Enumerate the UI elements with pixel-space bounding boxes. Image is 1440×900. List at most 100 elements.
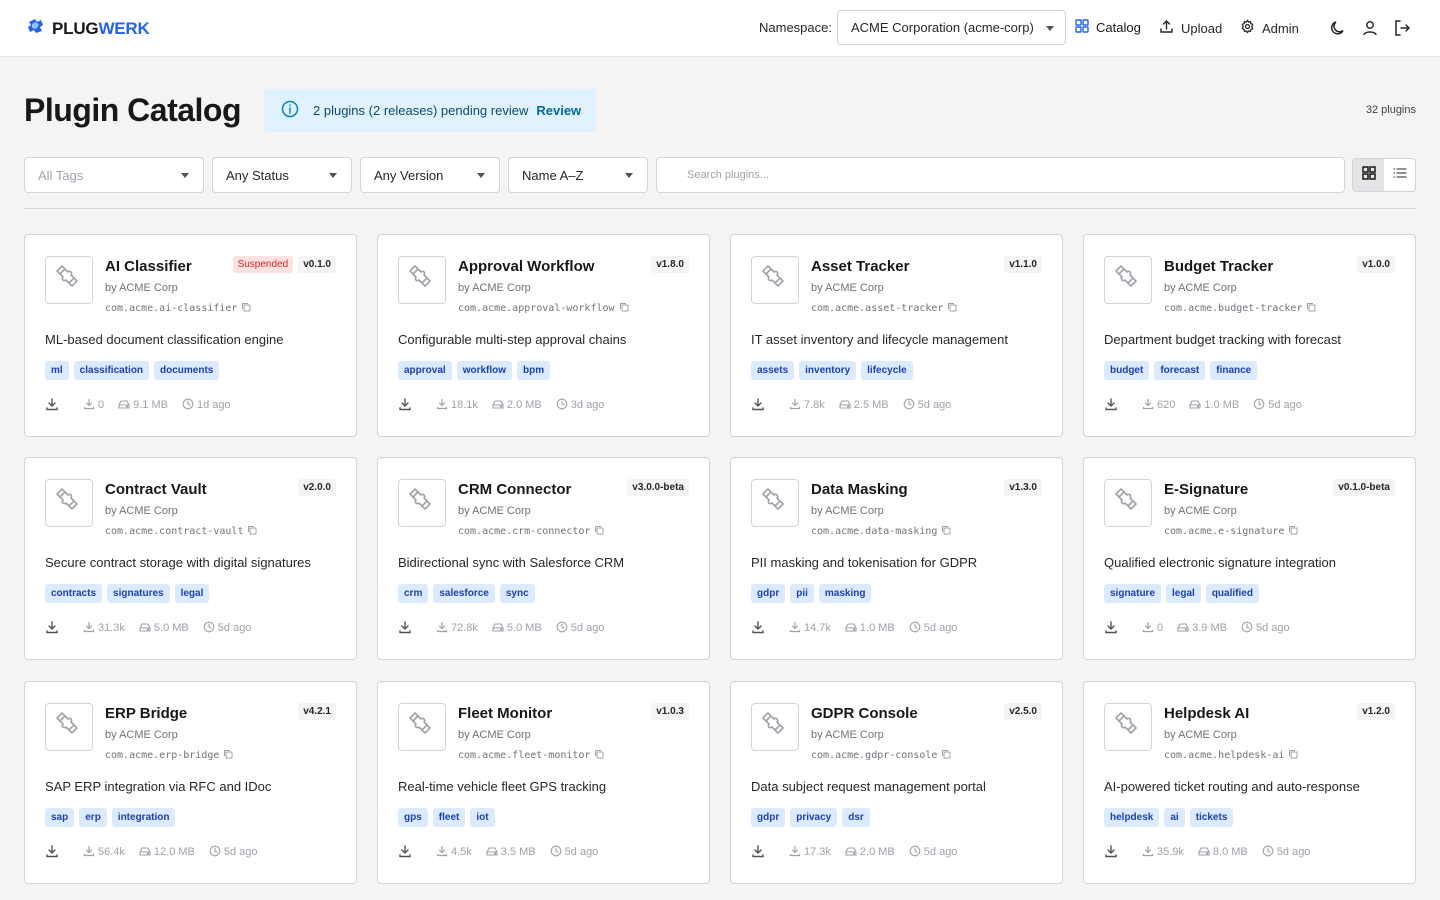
review-link[interactable]: Review [536,103,581,118]
plugin-name[interactable]: Data Masking [811,481,908,498]
tag-chip[interactable]: crm [398,584,429,603]
download-button[interactable] [1104,396,1128,414]
tag-chip[interactable]: tickets [1189,808,1234,827]
copy-icon[interactable] [223,749,233,762]
plugin-name[interactable]: Contract Vault [105,481,207,498]
download-button[interactable] [45,396,69,414]
copy-icon[interactable] [1288,749,1298,762]
tag-chip[interactable]: gdpr [751,584,786,603]
tag-chip[interactable]: ml [45,361,69,380]
tags-filter[interactable]: All Tags [24,157,204,193]
grid-view-button[interactable] [1353,159,1384,191]
namespace-select[interactable]: ACME Corporation (acme-corp) [837,10,1066,45]
tag-chip[interactable]: contracts [45,584,103,603]
download-button[interactable] [1104,843,1128,861]
nav-admin[interactable]: Admin [1240,19,1299,37]
download-button[interactable] [751,396,775,414]
tag-chip[interactable]: qualified [1205,584,1259,603]
copy-icon[interactable] [941,525,951,538]
plugin-card[interactable]: ERP Bridge v4.2.1 by ACME Corp com.acme.… [24,681,357,884]
copy-icon[interactable] [1288,525,1298,538]
plugin-card[interactable]: Helpdesk AI v1.2.0 by ACME Corp com.acme… [1083,681,1416,884]
moon-icon[interactable] [1328,18,1348,38]
plugin-name[interactable]: ERP Bridge [105,705,187,722]
tag-chip[interactable]: lifecycle [861,361,913,380]
copy-icon[interactable] [247,525,257,538]
tag-chip[interactable]: forecast [1154,361,1206,380]
plugin-name[interactable]: AI Classifier [105,258,192,275]
plugin-card[interactable]: Asset Tracker v1.1.0 by ACME Corp com.ac… [730,234,1063,437]
plugin-card[interactable]: E-Signature v0.1.0-beta by ACME Corp com… [1083,457,1416,660]
tag-chip[interactable]: legal [1166,584,1201,603]
plugin-card[interactable]: Approval Workflow v1.8.0 by ACME Corp co… [377,234,710,437]
plugin-card[interactable]: Fleet Monitor v1.0.3 by ACME Corp com.ac… [377,681,710,884]
tag-chip[interactable]: workflow [456,361,513,380]
plugin-name[interactable]: Approval Workflow [458,258,594,275]
download-button[interactable] [398,619,422,637]
logo[interactable]: PLUGWERK [26,16,150,41]
tag-chip[interactable]: finance [1210,361,1258,380]
tag-chip[interactable]: privacy [790,808,838,827]
tag-chip[interactable]: classification [73,361,150,380]
copy-icon[interactable] [241,302,251,315]
plugin-name[interactable]: E-Signature [1164,481,1248,498]
plugin-name[interactable]: Budget Tracker [1164,258,1273,275]
tag-chip[interactable]: iot [470,808,495,827]
user-icon[interactable] [1360,18,1380,38]
tag-chip[interactable]: helpdesk [1104,808,1160,827]
copy-icon[interactable] [594,749,604,762]
nav-upload[interactable]: Upload [1159,19,1222,37]
tag-chip[interactable]: gps [398,808,428,827]
list-view-button[interactable] [1384,159,1415,191]
tag-chip[interactable]: pii [790,584,814,603]
download-button[interactable] [398,843,422,861]
tag-chip[interactable]: masking [818,584,872,603]
download-button[interactable] [751,619,775,637]
tag-chip[interactable]: signatures [107,584,170,603]
plugin-name[interactable]: CRM Connector [458,481,571,498]
tag-chip[interactable]: legal [174,584,210,603]
copy-icon[interactable] [1306,302,1316,315]
plugin-name[interactable]: Fleet Monitor [458,705,552,722]
logout-icon[interactable] [1392,18,1412,38]
search-input[interactable] [656,157,1345,193]
tag-chip[interactable]: integration [111,808,176,827]
copy-icon[interactable] [947,302,957,315]
copy-icon[interactable] [619,302,629,315]
plugin-card[interactable]: Data Masking v1.3.0 by ACME Corp com.acm… [730,457,1063,660]
plugin-card[interactable]: CRM Connector v3.0.0-beta by ACME Corp c… [377,457,710,660]
tag-chip[interactable]: ai [1164,808,1185,827]
tag-chip[interactable]: erp [79,808,107,827]
tag-chip[interactable]: salesforce [433,584,495,603]
plugin-card[interactable]: Contract Vault v2.0.0 by ACME Corp com.a… [24,457,357,660]
download-button[interactable] [398,396,422,414]
plugin-card[interactable]: AI Classifier Suspended v0.1.0 by ACME Co… [24,234,357,437]
nav-catalog[interactable]: Catalog [1075,19,1141,36]
copy-icon[interactable] [594,525,604,538]
download-button[interactable] [1104,619,1128,637]
copy-icon[interactable] [941,749,951,762]
tag-chip[interactable]: dsr [842,808,870,827]
download-button[interactable] [751,843,775,861]
tag-chip[interactable]: assets [751,361,795,380]
tag-chip[interactable]: gdpr [751,808,786,827]
tag-chip[interactable]: approval [398,361,452,380]
plugin-name[interactable]: GDPR Console [811,705,918,722]
download-button[interactable] [45,843,69,861]
tag-chip[interactable]: inventory [799,361,857,380]
tag-chip[interactable]: fleet [432,808,466,827]
status-filter[interactable]: Any Status [212,157,352,193]
tag-chip[interactable]: signature [1104,584,1162,603]
tag-chip[interactable]: sap [45,808,75,827]
plugin-name[interactable]: Asset Tracker [811,258,909,275]
plugin-name[interactable]: Helpdesk AI [1164,705,1249,722]
tag-chip[interactable]: documents [154,361,220,380]
sort-select[interactable]: Name A–Z [508,157,648,193]
version-filter[interactable]: Any Version [360,157,500,193]
tag-chip[interactable]: bpm [517,361,551,380]
plugin-card[interactable]: GDPR Console v2.5.0 by ACME Corp com.acm… [730,681,1063,884]
plugin-card[interactable]: Budget Tracker v1.0.0 by ACME Corp com.a… [1083,234,1416,437]
tag-chip[interactable]: budget [1104,361,1150,380]
download-button[interactable] [45,619,69,637]
tag-chip[interactable]: sync [499,584,535,603]
